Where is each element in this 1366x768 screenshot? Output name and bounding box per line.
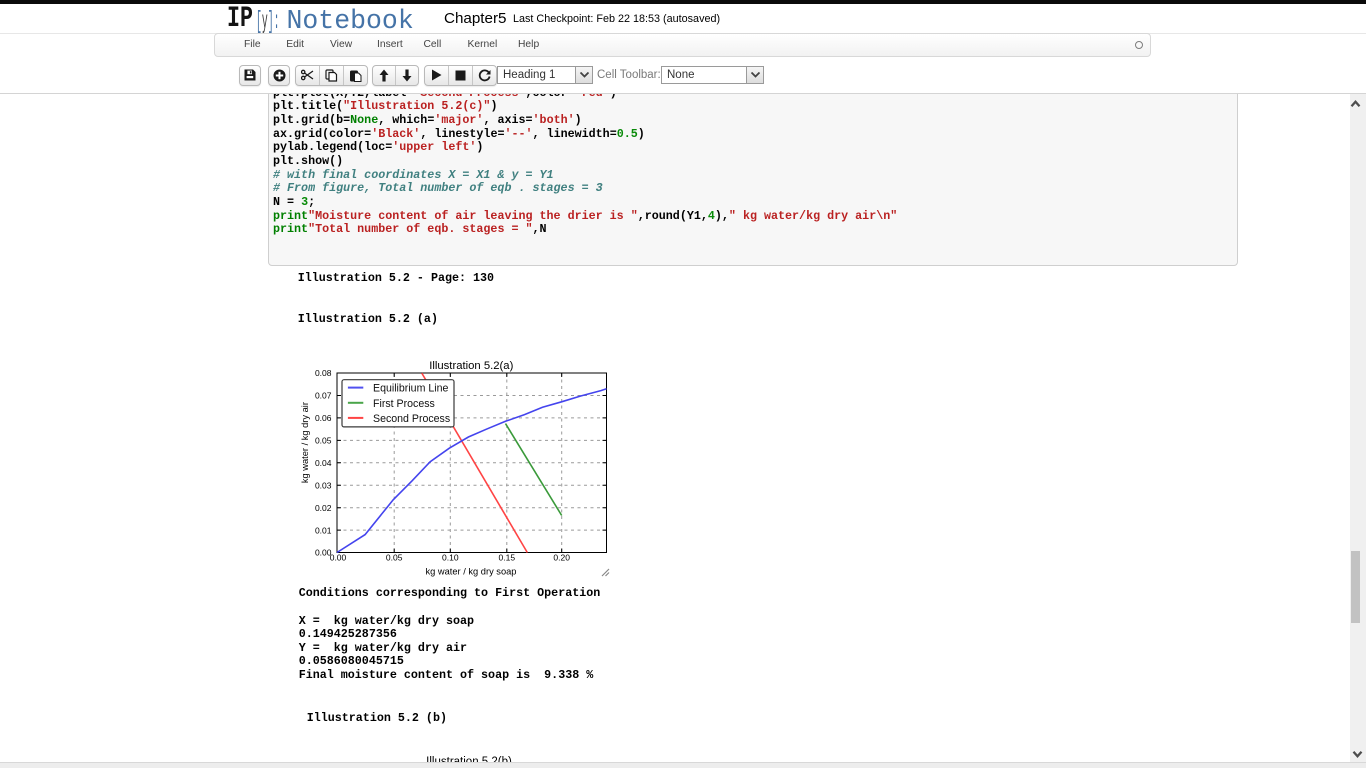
svg-text:0.00: 0.00 [330, 553, 347, 563]
svg-text:kg water / kg dry soap: kg water / kg dry soap [426, 567, 517, 577]
svg-text:0.02: 0.02 [315, 503, 332, 513]
svg-text:0.05: 0.05 [386, 553, 403, 563]
svg-text:Equilibrium Line: Equilibrium Line [373, 383, 448, 395]
svg-text:0.03: 0.03 [315, 480, 332, 490]
svg-text:0.01: 0.01 [315, 525, 332, 535]
svg-text:0.15: 0.15 [499, 553, 516, 563]
svg-text:0.10: 0.10 [442, 553, 459, 563]
svg-text:0.08: 0.08 [315, 368, 332, 378]
svg-text:0.05: 0.05 [315, 436, 332, 446]
svg-text:First Process: First Process [373, 398, 435, 410]
svg-text:Illustration 5.2(a): Illustration 5.2(a) [429, 360, 513, 372]
svg-text:0.07: 0.07 [315, 391, 332, 401]
svg-text:0.20: 0.20 [553, 553, 570, 563]
svg-text:kg water / kg dry air: kg water / kg dry air [300, 402, 310, 483]
svg-text:Second Process: Second Process [373, 413, 450, 425]
svg-text:0.06: 0.06 [315, 413, 332, 423]
svg-text:0.04: 0.04 [315, 458, 332, 468]
